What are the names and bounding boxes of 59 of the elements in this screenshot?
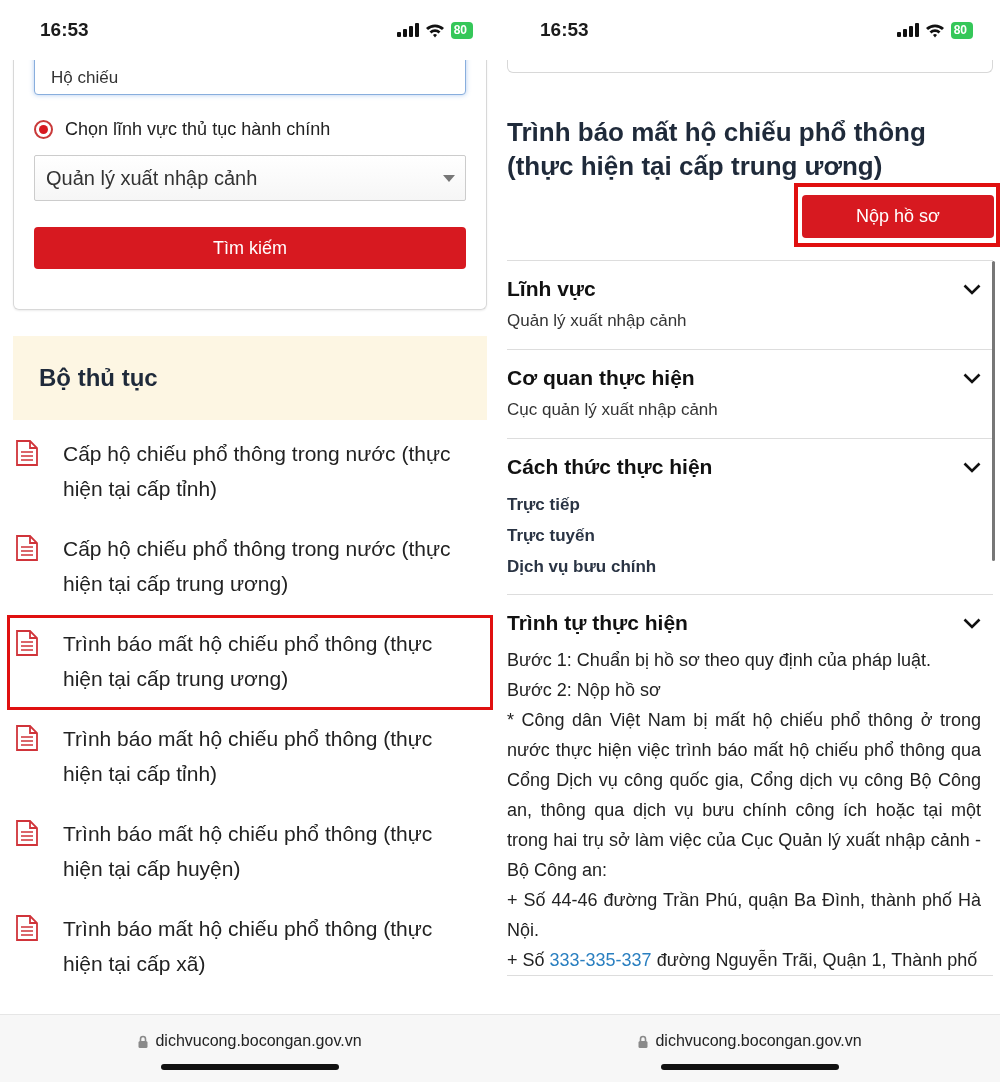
section-value: Quản lý xuất nhập cảnh bbox=[507, 311, 688, 332]
lock-icon bbox=[138, 1034, 149, 1048]
url-text[interactable]: dichvucong.bocongan.gov.vn bbox=[155, 1032, 362, 1050]
search-button[interactable]: Tìm kiếm bbox=[34, 227, 466, 269]
procedure-title: Trình báo mất hộ chiếu phổ thông (thực hiện tại cấp xã) bbox=[63, 916, 434, 977]
submit-button[interactable]: Nộp hồ sơ bbox=[802, 195, 994, 238]
section-heading: Trình tự thực hiện bbox=[507, 611, 688, 635]
section-value: Cục quản lý xuất nhập cảnh bbox=[507, 400, 719, 421]
battery-indicator: 80 bbox=[950, 21, 973, 39]
procedure-title: Trình báo mất hộ chiếu phổ thông (thực hiện tại cấp tỉnh) bbox=[63, 726, 434, 787]
wifi-icon bbox=[424, 22, 445, 38]
procedure-item[interactable]: Trình báo mất hộ chiếu phổ thông (thực hiện tại cấp huyện) bbox=[7, 805, 493, 900]
procedure-heading: Trình báo mất hộ chiếu phổ thông (thực hiện tại cấp trung ương) bbox=[507, 116, 927, 183]
section-heading: Cơ quan thực hiện bbox=[507, 366, 695, 390]
document-icon bbox=[15, 820, 39, 846]
status-time: 16:53 bbox=[540, 19, 589, 41]
lock-icon bbox=[638, 1034, 649, 1048]
radio-label: Chọn lĩnh vực thủ tục hành chính bbox=[65, 119, 331, 140]
chevron-down-icon[interactable] bbox=[963, 461, 981, 473]
procedure-item[interactable]: Cấp hộ chiếu phổ thông trong nước (thực hiện tại cấp trung ương) bbox=[7, 520, 493, 615]
phone-link[interactable]: 333-335-337 bbox=[549, 950, 652, 970]
procedure-title: Cấp hộ chiếu phổ thông trong nước (thực hiện tại cấp tỉnh) bbox=[63, 441, 452, 502]
radio-button[interactable] bbox=[34, 120, 53, 139]
procedure-item[interactable]: Trình báo mất hộ chiếu phổ thông (thực hiện tại cấp xã) bbox=[7, 900, 493, 995]
procedure-item[interactable]: Trình báo mất hộ chiếu phổ thông (thực hiện tại cấp trung ương) bbox=[7, 615, 493, 710]
procedure-title: Trình báo mất hộ chiếu phổ thông (thực hiện tại cấp huyện) bbox=[63, 821, 434, 882]
section-title: Bộ thủ tục bbox=[39, 364, 158, 392]
procedure-title: Trình báo mất hộ chiếu phổ thông (thực hiện tại cấp trung ương) bbox=[63, 631, 434, 692]
document-icon bbox=[15, 725, 39, 751]
signal-icon bbox=[396, 23, 419, 37]
status-time: 16:53 bbox=[40, 19, 89, 41]
document-icon bbox=[15, 440, 39, 466]
section-heading: Lĩnh vực bbox=[507, 277, 596, 301]
caret-icon bbox=[443, 174, 455, 182]
step-paragraph: + Số 44-46 đường Trần Phú, quận Ba Đình, thành phố Hà Nội. bbox=[507, 889, 981, 942]
chevron-down-icon[interactable] bbox=[963, 617, 981, 629]
procedure-title: Cấp hộ chiếu phổ thông trong nước (thực hiện tại cấp trung ương) bbox=[63, 536, 452, 597]
document-icon bbox=[15, 915, 39, 941]
field-dropdown[interactable]: Quản lý xuất nhập cảnh bbox=[34, 155, 466, 201]
keyword-field[interactable]: Hộ chiếu bbox=[34, 60, 466, 95]
chevron-down-icon[interactable] bbox=[963, 372, 981, 384]
procedure-item[interactable]: Cấp hộ chiếu phổ thông trong nước (thực hiện tại cấp tỉnh) bbox=[7, 425, 493, 520]
procedure-item[interactable]: Trình báo mất hộ chiếu phổ thông (thực hiện tại cấp tỉnh) bbox=[7, 710, 493, 805]
step-paragraph: * Công dân Việt Nam bị mất hộ chiếu phổ thông ở trong nước thực hiện việc trình báo mất hộ chiếu phổ thông qua Cổng Dịch vụ công quốc gia, Cổng dịch vụ công Bộ Công an, thông qua dịch vụ bưu chính công ích hoặc tại một trong hai trụ sở làm việc của Cục Quản lý xuất nhập cảnh - Bộ Công an: bbox=[507, 709, 981, 882]
wifi-icon bbox=[924, 22, 945, 38]
section-heading: Cách thức thực hiện bbox=[507, 455, 713, 479]
battery-indicator: 80 bbox=[450, 21, 473, 39]
method-option: Trực tuyến bbox=[507, 520, 981, 551]
method-option: Dịch vụ bưu chính bbox=[507, 551, 981, 582]
document-icon bbox=[15, 630, 39, 656]
step-paragraph: Bước 2: Nộp hồ sơ bbox=[507, 679, 662, 702]
method-option: Trực tiếp bbox=[507, 489, 981, 520]
chevron-down-icon[interactable] bbox=[963, 283, 981, 295]
document-icon bbox=[15, 535, 39, 561]
signal-icon bbox=[896, 23, 919, 37]
step-paragraph: + Số 333-335-337 đường Nguyễn Trãi, Quận 1, Thành phố bbox=[507, 948, 979, 972]
scrollbar[interactable] bbox=[992, 261, 995, 561]
url-text[interactable]: dichvucong.bocongan.gov.vn bbox=[655, 1032, 862, 1050]
step-paragraph: Bước 1: Chuẩn bị hồ sơ theo quy định của pháp luật. bbox=[507, 649, 932, 672]
